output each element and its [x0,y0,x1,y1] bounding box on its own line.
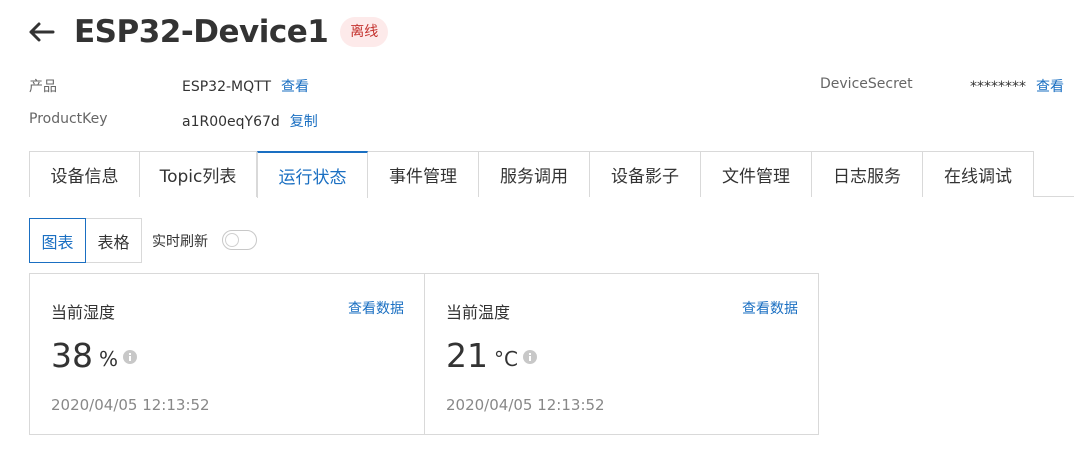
productkey-label: ProductKey [29,111,108,127]
info-circle-icon[interactable] [522,350,537,364]
back-button[interactable] [26,17,56,47]
status-badge: 离线 [340,17,389,47]
view-data-link[interactable]: 查看数据 [348,298,404,318]
product-value: ESP32-MQTT [182,79,271,95]
tab-online-debug[interactable]: 在线调试 [923,151,1034,197]
productkey-value: a1R00eqY67d [182,114,280,130]
productkey-value-group: a1R00eqY67d 复制 [182,111,318,131]
table-view-button[interactable]: 表格 [85,218,142,263]
card-title: 当前湿度 [51,303,116,322]
metric: 21 °C [446,336,537,376]
update-time: 2020/04/05 12:13:52 [446,396,605,414]
view-product-link[interactable]: 查看 [281,79,309,95]
humidity-card: 当前湿度 查看数据 38 % 2020/04/05 12:13:52 [30,274,424,434]
tab-event-management[interactable]: 事件管理 [368,151,479,197]
status-cards: 当前湿度 查看数据 38 % 2020/04/05 12:13:52 当前温度 … [29,273,819,435]
tab-log-service[interactable]: 日志服务 [812,151,923,197]
product-label: 产品 [29,79,57,95]
view-devicesecret-link[interactable]: 查看 [1036,79,1064,95]
arrow-left-icon [29,22,55,42]
view-data-link[interactable]: 查看数据 [742,298,798,318]
devicesecret-value-group: ******** 查看 [970,76,1064,96]
page-header: ESP32-Device1 离线 [26,12,389,52]
devicesecret-value: ******** [970,79,1026,95]
chart-view-button[interactable]: 图表 [29,218,86,263]
metric-unit: % [99,347,119,371]
update-time: 2020/04/05 12:13:52 [51,396,210,414]
tab-device-shadow[interactable]: 设备影子 [590,151,701,197]
tab-running-status[interactable]: 运行状态 [257,151,368,198]
realtime-refresh-label: 实时刷新 [152,234,208,250]
temperature-card: 当前温度 查看数据 21 °C 2020/04/05 12:13:52 [424,274,818,434]
info-circle-icon[interactable] [123,350,138,364]
card-title: 当前温度 [446,303,511,322]
metric-value: 38 [51,336,93,375]
tab-service-call[interactable]: 服务调用 [479,151,590,197]
realtime-refresh-toggle[interactable] [222,230,257,250]
tab-topic-list[interactable]: Topic列表 [140,151,257,197]
product-value-group: ESP32-MQTT 查看 [182,76,309,96]
devicesecret-label: DeviceSecret [820,76,913,92]
metric: 38 % [51,336,138,376]
tab-device-info[interactable]: 设备信息 [29,151,140,197]
tab-bar: 设备信息 Topic列表 运行状态 事件管理 服务调用 设备影子 文件管理 日志… [29,151,1074,198]
copy-productkey-link[interactable]: 复制 [290,114,318,130]
page-title: ESP32-Device1 [74,14,329,50]
metric-value: 21 [446,336,488,375]
metric-unit: °C [494,347,518,371]
tab-file-management[interactable]: 文件管理 [701,151,812,197]
view-switch: 图表 表格 [29,218,142,263]
toggle-knob [225,233,239,247]
